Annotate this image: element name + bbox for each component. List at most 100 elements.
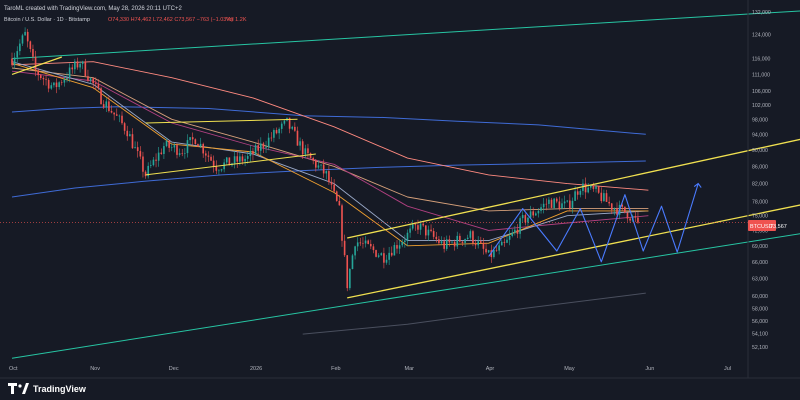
candle-body [419, 223, 422, 230]
candle-body [587, 187, 590, 193]
candle-body [113, 112, 115, 115]
candle-body [191, 137, 194, 140]
candle-body [566, 200, 569, 202]
price-tick-label: 98,000 [752, 117, 768, 123]
candle-body [223, 162, 225, 170]
candle-body [11, 58, 13, 65]
price-chart[interactable]: 132,000 124,000 116,000 111,000 106,000 102,0… [0, 0, 800, 400]
candle-body [24, 31, 26, 36]
candle-body [435, 236, 438, 240]
candle-body [94, 83, 97, 85]
candle-body [144, 171, 147, 177]
candle-body [555, 198, 558, 202]
time-tick-label: Nov [90, 366, 100, 372]
price-tick-label: 86,000 [752, 164, 768, 170]
candle-body [39, 75, 42, 79]
candle-body [270, 137, 273, 139]
candle-body [369, 243, 372, 247]
candle-body [37, 70, 40, 76]
candle-body [464, 239, 466, 243]
candle-body [579, 190, 582, 195]
candle-body [335, 191, 338, 201]
candle-body [453, 241, 456, 247]
candle-body [178, 153, 181, 155]
candle-body [451, 241, 453, 243]
candle-body [194, 139, 197, 145]
candle-body [197, 144, 199, 147]
candle-body [445, 239, 448, 249]
candle-body [186, 140, 189, 154]
candle-body [299, 141, 301, 146]
candle-body [108, 101, 110, 112]
candle-body [487, 250, 490, 253]
candle-body [220, 169, 223, 171]
candle-body [341, 205, 343, 241]
candle-body [584, 183, 587, 193]
candle-body [503, 241, 506, 243]
price-tick-label: 66,000 [752, 260, 768, 266]
candle-body [508, 235, 511, 240]
candle-body [89, 78, 92, 81]
candle-body [417, 225, 419, 230]
candle [341, 203, 343, 247]
candle-body [537, 210, 540, 214]
candle-body [322, 164, 325, 174]
price-tick-label: 63,000 [752, 277, 768, 283]
candle-body [383, 253, 385, 263]
candle-body [390, 252, 393, 256]
price-tick-label: 54,100 [752, 331, 768, 337]
candle-body [131, 134, 134, 149]
candle-body [26, 31, 29, 42]
candle-body [53, 82, 55, 86]
candle-body [320, 164, 322, 166]
candle-body [47, 79, 50, 89]
candle-body [377, 255, 380, 257]
candle-body [477, 241, 480, 246]
candle-body [461, 241, 464, 243]
candle-body [430, 229, 432, 232]
candle-body [63, 79, 66, 83]
candle-body [307, 148, 309, 154]
candle-body [532, 211, 535, 216]
candle-body [385, 259, 388, 263]
candle-body [280, 123, 283, 129]
candle-body [498, 245, 500, 251]
candle-body [338, 200, 341, 206]
price-tick-label: 69,000 [752, 244, 768, 250]
candle-body [81, 61, 84, 64]
price-tick-label: 111,000 [752, 72, 770, 78]
candle-body [396, 245, 398, 249]
candle-body [74, 61, 76, 70]
candle-body [19, 43, 21, 52]
candle-body [199, 143, 202, 147]
candle-body [34, 56, 37, 71]
candle-body [123, 123, 126, 131]
candle-body [32, 49, 34, 57]
price-tick-label: 52,100 [752, 345, 768, 351]
volume-value: Vol 1.2K [226, 17, 247, 23]
candle-body [346, 255, 349, 289]
candle-body [152, 159, 155, 166]
candle-body [356, 242, 359, 247]
candle-body [157, 152, 160, 161]
price-tick-label: 56,000 [752, 319, 768, 325]
candle-body [142, 156, 144, 172]
price-tick-label: 78,000 [752, 200, 768, 206]
candle-body [173, 145, 176, 148]
candle-body [506, 239, 508, 243]
chart-background [0, 0, 800, 400]
candle-body [553, 198, 555, 208]
candle-body [393, 245, 396, 256]
candle-body [608, 201, 610, 204]
candle-body [168, 141, 170, 148]
price-tick-label: 116,000 [752, 57, 770, 63]
candle-body [500, 241, 503, 246]
candle-body [600, 192, 603, 202]
tradingview-logo-dot [18, 384, 22, 388]
candle-body [629, 218, 631, 221]
candle-body [482, 242, 485, 249]
candle-body [597, 186, 600, 193]
candle-body [257, 145, 260, 151]
candle-body [398, 245, 401, 249]
candle [309, 152, 312, 159]
